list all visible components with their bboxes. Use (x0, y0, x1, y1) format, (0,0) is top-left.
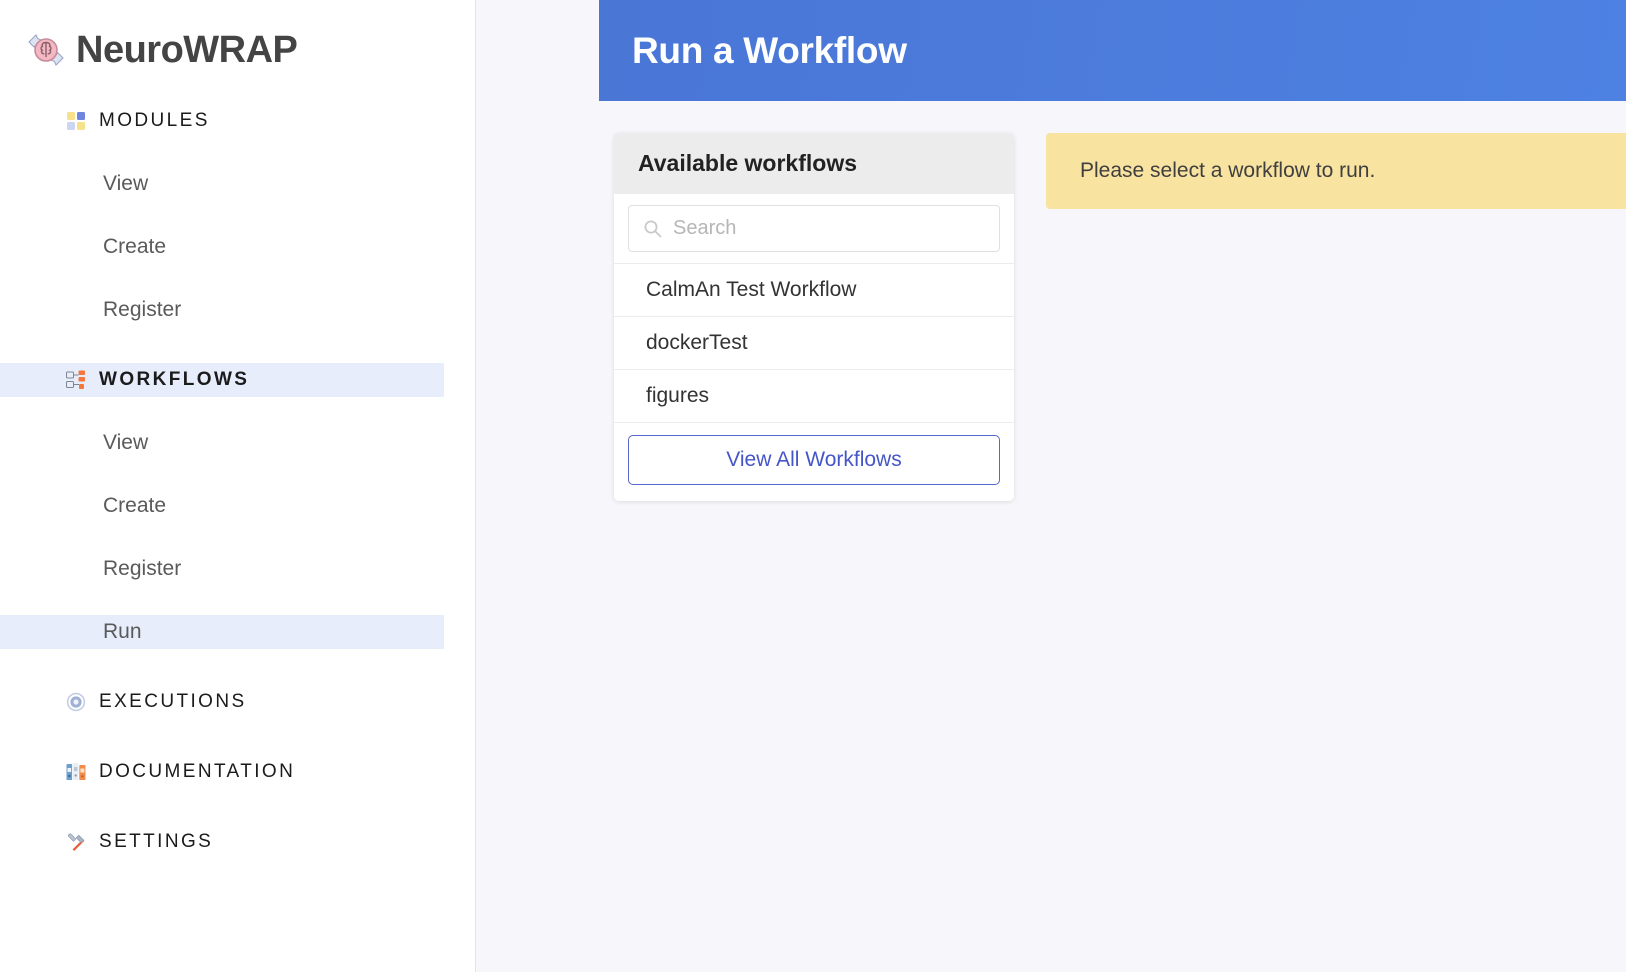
sidebar-item-workflows-create[interactable]: Create (0, 489, 444, 523)
alert-message: Please select a workflow to run. (1080, 159, 1376, 182)
list-item[interactable]: figures (614, 369, 1014, 422)
card-title: Available workflows (614, 133, 1014, 194)
content-area: Available workflows CalmAn Test Work (476, 101, 1626, 972)
sidebar-section-settings[interactable]: SETTINGS (0, 825, 475, 859)
brain-refresh-icon (25, 29, 67, 71)
sidebar-item-label: Register (103, 557, 182, 580)
sidebar-section-executions[interactable]: EXECUTIONS (0, 685, 475, 719)
sidebar-item-label: View (103, 172, 149, 195)
main-content: Run a Workflow Available workflows Searc… (476, 0, 1626, 972)
status-alert: Please select a workflow to run. (1046, 133, 1626, 209)
sidebar-item-workflows-view[interactable]: View (0, 426, 444, 460)
tools-icon (66, 832, 86, 852)
sidebar-item-label: Create (103, 235, 167, 258)
grid-squares-icon (66, 111, 86, 131)
sidebar-section-label: MODULES (99, 110, 210, 131)
sidebar-item-modules-register[interactable]: Register (0, 293, 444, 327)
list-item[interactable]: dockerTest (614, 316, 1014, 369)
sidebar-item-label: Register (103, 298, 182, 321)
search-input[interactable] (662, 217, 999, 240)
sidebar-section-label: DOCUMENTATION (99, 761, 296, 782)
page-header: Run a Workflow (599, 0, 1626, 101)
search-icon (643, 219, 662, 238)
card-footer: View All Workflows (614, 422, 1014, 501)
books-icon (66, 762, 86, 782)
app-root: NeuroWRAP MODULES View Create Register W… (0, 0, 1626, 972)
sidebar-section-documentation[interactable]: DOCUMENTATION (0, 755, 475, 789)
brand-name: NeuroWRAP (76, 29, 298, 71)
brand[interactable]: NeuroWRAP (0, 0, 475, 78)
sidebar-section-label: WORKFLOWS (99, 369, 250, 390)
search-field[interactable] (628, 205, 1000, 252)
sidebar: NeuroWRAP MODULES View Create Register W… (0, 0, 476, 972)
view-all-workflows-button[interactable]: View All Workflows (628, 435, 1000, 485)
page-title: Run a Workflow (632, 29, 907, 71)
sidebar-item-modules-create[interactable]: Create (0, 230, 444, 264)
sidebar-section-label: EXECUTIONS (99, 691, 247, 712)
sidebar-item-modules-view[interactable]: View (0, 167, 444, 201)
sidebar-item-workflows-register[interactable]: Register (0, 552, 444, 586)
sidebar-nav: MODULES View Create Register WORKFLOWS V… (0, 104, 475, 859)
available-workflows-card: Available workflows CalmAn Test Work (614, 133, 1014, 501)
sidebar-item-label: Run (103, 620, 142, 643)
sidebar-item-label: View (103, 431, 149, 454)
sidebar-item-label: Create (103, 494, 167, 517)
sidebar-section-modules[interactable]: MODULES (0, 104, 475, 138)
workflow-list: CalmAn Test Workflow dockerTest figures (614, 263, 1014, 422)
flowchart-icon (66, 370, 86, 390)
gear-icon (66, 692, 86, 712)
sidebar-item-workflows-run[interactable]: Run (0, 615, 444, 649)
sidebar-section-workflows[interactable]: WORKFLOWS (0, 363, 444, 397)
sidebar-section-label: SETTINGS (99, 831, 214, 852)
list-item[interactable]: CalmAn Test Workflow (614, 263, 1014, 316)
card-body (614, 194, 1014, 252)
